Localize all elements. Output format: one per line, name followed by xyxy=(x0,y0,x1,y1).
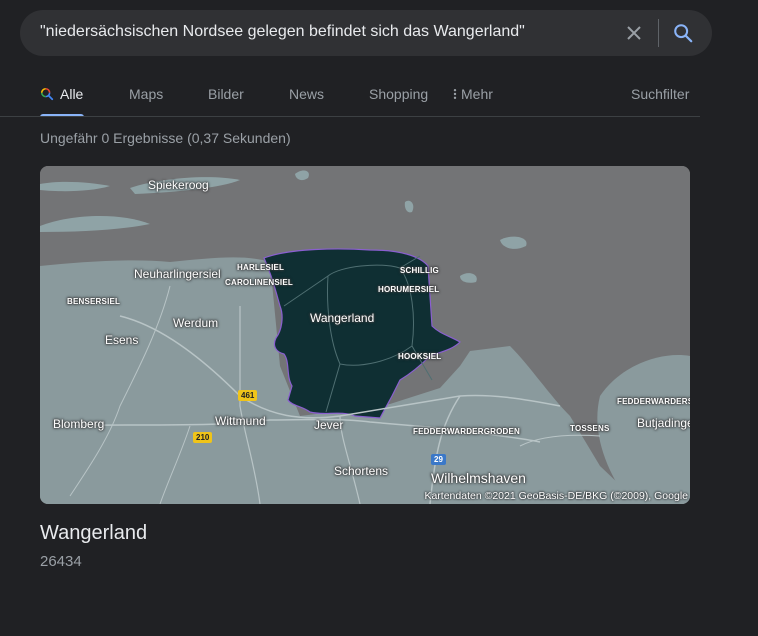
tab-images[interactable]: Bilder xyxy=(208,86,244,102)
map-label-neuharlingersiel: Neuharlingersiel xyxy=(134,267,221,281)
tab-more[interactable]: Mehr xyxy=(452,86,493,102)
tab-maps[interactable]: Maps xyxy=(129,86,163,102)
search-icon[interactable] xyxy=(672,22,694,44)
map-card[interactable]: Spiekeroog Neuharlingersiel HARLESIEL CA… xyxy=(40,166,690,504)
map-label-wilhelmshaven: Wilhelmshaven xyxy=(431,470,526,486)
search-tabs: Alle Maps Bilder News Shopping Mehr Such… xyxy=(0,74,758,117)
close-icon[interactable] xyxy=(624,23,644,43)
map-label-hooksiel: HOOKSIEL xyxy=(398,352,442,361)
tab-all[interactable]: Alle xyxy=(40,86,83,102)
more-vert-icon xyxy=(453,88,457,100)
search-bar[interactable]: "niedersächsischen Nordsee gelegen befin… xyxy=(20,10,712,56)
map-label-werdum: Werdum xyxy=(173,316,219,330)
map-label-wangerland: Wangerland xyxy=(310,311,375,325)
map-label-esens: Esens xyxy=(105,333,139,347)
map-label-butjadingen: Butjadinge xyxy=(637,416,690,430)
place-postal-code: 26434 xyxy=(40,553,82,570)
tab-all-label: Alle xyxy=(60,86,84,102)
map-label-fedderwardergroden: FEDDERWARDERGRODEN xyxy=(413,427,521,436)
map-label-tossens: TOSSENS xyxy=(570,424,610,433)
search-divider xyxy=(658,19,659,47)
road-badge-210: 210 xyxy=(193,432,213,443)
place-title[interactable]: Wangerland xyxy=(40,522,147,545)
road-badge-461: 461 xyxy=(238,390,258,401)
map-label-bensersiel: BENSERSIEL xyxy=(67,297,121,306)
map-label-wittmund: Wittmund xyxy=(215,414,266,428)
map-label-fedderwardersiel: FEDDERWARDERS xyxy=(617,397,690,406)
road-badge-29: 29 xyxy=(431,454,446,465)
map-label-carolinensiel: CAROLINENSIEL xyxy=(225,278,293,287)
map-label-schillig: SCHILLIG xyxy=(400,266,439,275)
map-label-harlesiel: HARLESIEL xyxy=(237,263,285,272)
search-input[interactable]: "niedersächsischen Nordsee gelegen befin… xyxy=(40,23,525,41)
result-stats: Ungefähr 0 Ergebnisse (0,37 Sekunden) xyxy=(40,130,291,146)
map-label-jever: Jever xyxy=(314,418,344,432)
tab-shopping[interactable]: Shopping xyxy=(369,86,428,102)
tabs-divider xyxy=(0,116,700,117)
tab-news[interactable]: News xyxy=(289,86,324,102)
map-attribution: Kartendaten ©2021 GeoBasis-DE/BKG (©2009… xyxy=(424,490,688,502)
map-label-blomberg: Blomberg xyxy=(53,417,105,431)
map-label-spiekeroog: Spiekeroog xyxy=(148,178,209,192)
search-tools-button[interactable]: Suchfilter xyxy=(631,86,689,102)
search-icon xyxy=(40,87,54,101)
map-label-horumersiel: HORUMERSIEL xyxy=(378,285,440,294)
map-label-schortens: Schortens xyxy=(334,464,389,478)
tab-more-label: Mehr xyxy=(461,86,493,102)
